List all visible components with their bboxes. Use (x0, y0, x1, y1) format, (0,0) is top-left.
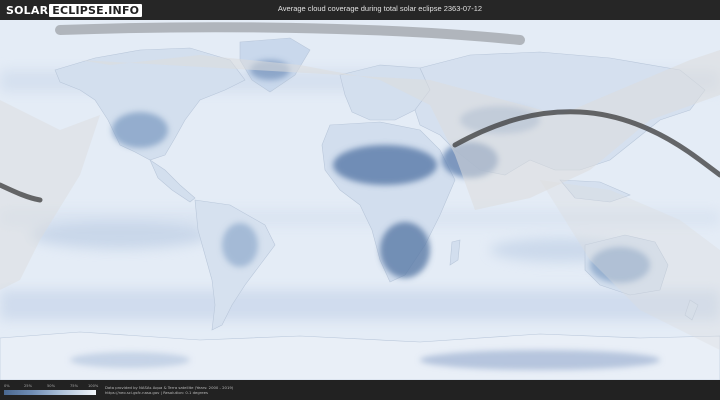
logo-text-solar: SOLAR (6, 3, 49, 17)
legend-tick-0: 0% (4, 384, 10, 388)
logo-text-eclipse-info: ECLIPSE.INFO (49, 3, 143, 17)
legend-tick-25: 25% (24, 384, 32, 388)
legend-tick-75: 75% (70, 384, 78, 388)
header-bar: SOLAR ECLIPSE.INFO Average cloud coverag… (0, 0, 720, 20)
legend-tick-50: 50% (47, 384, 55, 388)
map-title: Average cloud coverage during total sola… (277, 4, 483, 13)
data-source-link[interactable]: https://neo.sci.gsfc.nasa.gov | Resoluti… (105, 390, 208, 395)
site-logo[interactable]: SOLAR ECLIPSE.INFO (6, 3, 143, 17)
legend-tick-100: 100% (88, 384, 99, 388)
cloud-coverage-legend-bar (4, 390, 96, 395)
cloud-coverage-map (0, 20, 720, 380)
